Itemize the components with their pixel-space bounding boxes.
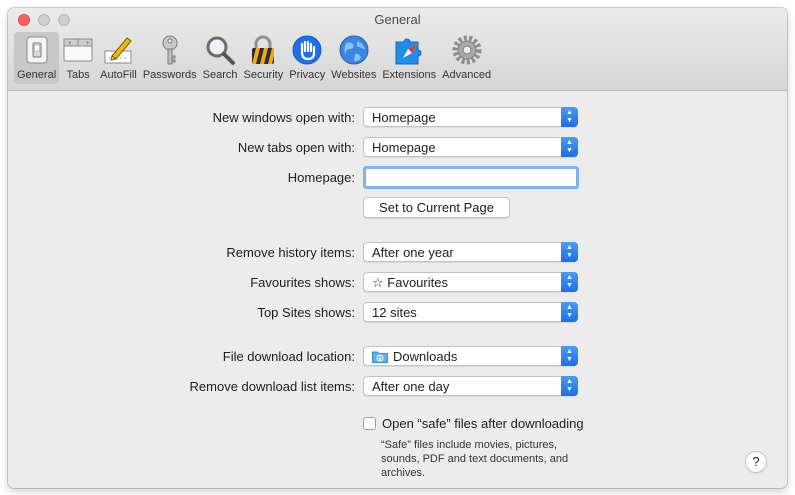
remove-history-label: Remove history items: xyxy=(226,245,355,260)
popup-arrows-icon: ▲ ▼ xyxy=(561,346,578,366)
tab-advanced[interactable]: Advanced xyxy=(439,32,494,84)
svg-text:×: × xyxy=(68,41,72,47)
tab-tabs[interactable]: × + Tabs xyxy=(59,32,97,84)
homepage-label: Homepage: xyxy=(287,170,355,185)
remove-download-popup[interactable]: After one day ▲ ▼ xyxy=(363,376,578,396)
preferences-window: General General × + Tabs AutoFill Passwo… xyxy=(8,8,787,488)
globe-icon xyxy=(339,35,369,65)
tab-passwords-label: Passwords xyxy=(142,69,197,81)
pencil-form-icon xyxy=(104,37,133,64)
top-sites-popup[interactable]: 12 sites ▲ ▼ xyxy=(363,302,578,322)
tab-advanced-label: Advanced xyxy=(442,69,492,81)
hand-icon xyxy=(292,35,322,65)
remove-history-row: Remove history items: After one year ▲ ▼ xyxy=(8,242,787,264)
tab-passwords[interactable]: Passwords xyxy=(140,32,200,84)
popup-arrows-icon: ▲ ▼ xyxy=(561,272,578,292)
set-to-current-page-button[interactable]: Set to Current Page xyxy=(363,197,510,218)
download-location-row: File download location: Downloads ▲ ▼ xyxy=(8,346,787,368)
key-icon xyxy=(162,35,178,65)
downloads-folder-icon xyxy=(372,351,388,363)
popup-arrows-icon: ▲ ▼ xyxy=(561,137,578,157)
help-button[interactable]: ? xyxy=(745,451,767,473)
new-windows-label: New windows open with: xyxy=(212,110,355,125)
new-tabs-row: New tabs open with: Homepage ▲ ▼ xyxy=(8,137,787,159)
tab-tabs-label: Tabs xyxy=(66,69,90,81)
new-windows-value: Homepage xyxy=(372,110,436,125)
top-sites-label: Top Sites shows: xyxy=(257,305,355,320)
download-location-value: Downloads xyxy=(393,349,458,364)
remove-download-value: After one day xyxy=(372,379,450,394)
tab-autofill[interactable]: AutoFill xyxy=(97,32,140,84)
favourites-label: Favourites shows: xyxy=(250,275,355,290)
tab-autofill-label: AutoFill xyxy=(100,69,137,81)
preferences-toolbar: General × + Tabs AutoFill Passwords Sear… xyxy=(14,32,494,84)
homepage-input[interactable] xyxy=(363,166,579,189)
favourites-value: Favourites xyxy=(387,275,448,290)
favourites-row: Favourites shows: ☆ Favourites ▲ ▼ xyxy=(8,272,787,294)
tab-websites[interactable]: Websites xyxy=(328,32,379,84)
popup-arrows-icon: ▲ ▼ xyxy=(561,242,578,262)
set-current-row: Set to Current Page xyxy=(8,197,787,219)
tabs-icon: × + xyxy=(63,38,93,62)
new-windows-popup[interactable]: Homepage ▲ ▼ xyxy=(363,107,578,127)
open-safe-files-label: Open “safe” files after downloading xyxy=(382,416,584,431)
window-title: General xyxy=(374,12,421,27)
svg-text:+: + xyxy=(86,41,90,47)
homepage-row: Homepage: xyxy=(8,166,787,189)
new-tabs-value: Homepage xyxy=(372,140,436,155)
popup-arrows-icon: ▲ ▼ xyxy=(561,376,578,396)
favourites-popup[interactable]: ☆ Favourites ▲ ▼ xyxy=(363,272,578,292)
favourites-value-wrap: ☆ Favourites xyxy=(372,275,448,291)
tab-general-label: General xyxy=(17,69,57,81)
open-safe-files-row[interactable]: Open “safe” files after downloading xyxy=(363,416,584,431)
popup-arrows-icon: ▲ ▼ xyxy=(561,302,578,322)
remove-history-popup[interactable]: After one year ▲ ▼ xyxy=(363,242,578,262)
tab-security-label: Security xyxy=(243,69,284,81)
tab-websites-label: Websites xyxy=(331,69,377,81)
remove-history-value: After one year xyxy=(372,245,454,260)
new-windows-row: New windows open with: Homepage ▲ ▼ xyxy=(8,107,787,129)
safe-files-note: “Safe” files include movies, pictures, s… xyxy=(381,439,569,479)
download-location-label: File download location: xyxy=(222,349,355,364)
download-location-value-wrap: Downloads xyxy=(372,349,457,364)
general-switch-icon xyxy=(26,36,48,64)
tab-extensions[interactable]: Extensions xyxy=(379,32,439,84)
tab-general[interactable]: General xyxy=(14,32,60,84)
tab-security[interactable]: Security xyxy=(240,32,286,84)
top-sites-value: 12 sites xyxy=(372,305,417,320)
titlebar: General General × + Tabs AutoFill Passwo… xyxy=(8,8,787,91)
tab-extensions-label: Extensions xyxy=(382,69,437,81)
new-tabs-popup[interactable]: Homepage ▲ ▼ xyxy=(363,137,578,157)
star-icon: ☆ xyxy=(372,275,384,290)
magnifier-icon xyxy=(206,36,236,65)
padlock-icon xyxy=(252,35,275,64)
puzzle-compass-icon xyxy=(395,38,422,65)
open-safe-files-checkbox[interactable] xyxy=(363,417,376,430)
remove-download-label: Remove download list items: xyxy=(189,379,355,394)
popup-arrows-icon: ▲ ▼ xyxy=(561,107,578,127)
remove-download-row: Remove download list items: After one da… xyxy=(8,376,787,398)
tab-search-label: Search xyxy=(202,69,238,81)
download-location-popup[interactable]: Downloads ▲ ▼ xyxy=(363,346,578,366)
tab-search[interactable]: Search xyxy=(200,32,241,84)
tab-privacy[interactable]: Privacy xyxy=(286,32,328,84)
tab-privacy-label: Privacy xyxy=(289,69,326,81)
gear-icon xyxy=(452,35,482,65)
top-sites-row: Top Sites shows: 12 sites ▲ ▼ xyxy=(8,302,787,324)
general-settings-pane: New windows open with: Homepage ▲ ▼ New t… xyxy=(8,91,787,488)
new-tabs-label: New tabs open with: xyxy=(237,140,355,155)
